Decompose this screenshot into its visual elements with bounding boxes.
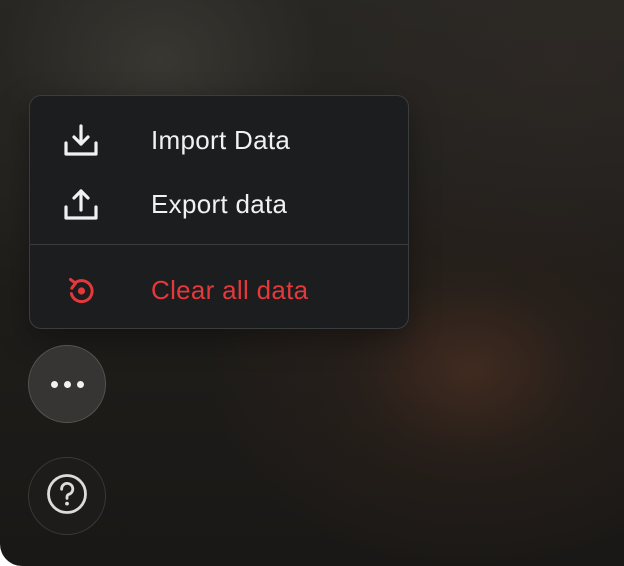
help-circle-icon	[44, 471, 90, 522]
app-canvas: Import Data Export data Clear all data	[0, 0, 624, 566]
menu-item-clear-all-data[interactable]: Clear all data	[30, 260, 408, 320]
help-button[interactable]	[28, 457, 106, 535]
data-options-menu: Import Data Export data Clear all data	[29, 95, 409, 329]
more-horizontal-icon	[50, 380, 84, 388]
menu-item-export-data[interactable]: Export data	[30, 174, 408, 234]
download-tray-icon	[62, 121, 100, 159]
more-options-button[interactable]	[28, 345, 106, 423]
menu-item-label: Import Data	[151, 124, 291, 155]
reset-icon	[62, 271, 100, 309]
menu-item-label: Clear all data	[151, 274, 309, 305]
menu-divider	[30, 244, 408, 245]
menu-item-import-data[interactable]: Import Data	[30, 110, 408, 170]
upload-tray-icon	[62, 185, 100, 223]
menu-item-label: Export data	[151, 188, 288, 219]
